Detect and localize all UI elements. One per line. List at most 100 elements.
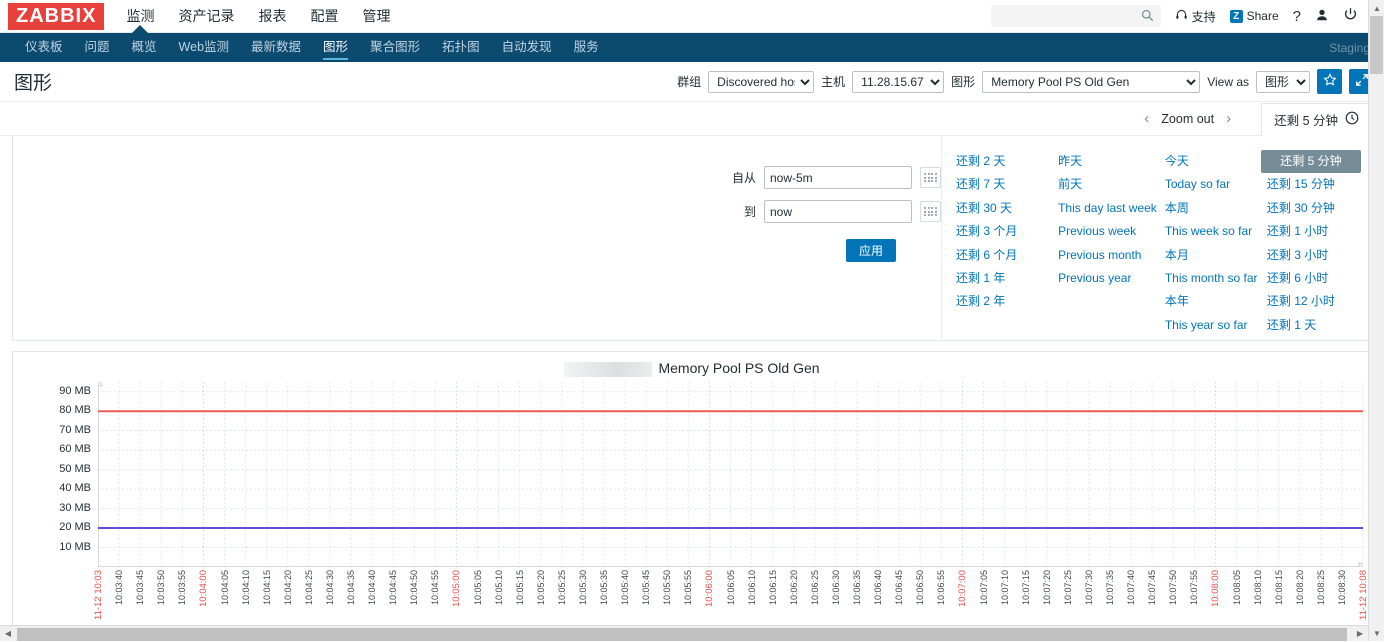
x-axis-tick-label: 10:07:45 [1147,570,1157,605]
from-calendar-icon[interactable] [920,167,941,188]
main-menu-item-configuration[interactable]: 配置 [310,0,338,33]
quick-range-last-1-day[interactable]: 还剩 1 天 [1261,314,1361,337]
help-link[interactable]: ? [1293,8,1301,25]
x-axis-tick-label: 10:06:35 [852,570,862,605]
quick-range-this-week-so-far[interactable]: This week so far [1159,220,1259,243]
time-range-label: 还剩 5 分钟 [1274,110,1338,129]
graph-select[interactable]: Memory Pool PS Old Gen [982,71,1200,93]
y-axis-tick-label: 80 MB [59,404,91,416]
x-axis-tick-label: 10:04:05 [220,570,230,605]
quick-range-previous-year[interactable]: Previous year [1052,267,1157,290]
horizontal-scrollbar[interactable]: ◀ ▶ [0,625,1368,641]
host-select[interactable]: 11.28.15.67 [852,71,944,93]
quick-range-yesterday[interactable]: 昨天 [1052,150,1157,173]
time-filter-panel: 自从 到 应用 还剩 2 天 还剩 7 天 还剩 30 天 还剩 3 个月 还剩… [12,136,1372,341]
scroll-right-arrow-icon[interactable]: ▶ [1352,626,1368,642]
x-axis-tick-label: 10:08:25 [1316,570,1326,605]
subnav-item-latest-data[interactable]: 最新数据 [240,33,312,62]
x-axis-tick-label: 10:06:30 [831,570,841,605]
quick-range-day-before-yesterday[interactable]: 前天 [1052,173,1157,196]
subnav-item-dashboard[interactable]: 仪表板 [14,33,74,62]
quick-range-grid: 还剩 2 天 还剩 7 天 还剩 30 天 还剩 3 个月 还剩 6 个月 还剩… [941,136,1371,340]
zoom-out-button[interactable]: Zoom out [1161,112,1214,126]
quick-range-this-week[interactable]: 本周 [1159,197,1259,220]
vertical-scroll-thumb[interactable] [1370,16,1383,74]
quick-range-last-1-hour[interactable]: 还剩 1 小时 [1261,220,1361,243]
zabbix-logo[interactable]: ZABBIX [8,3,104,30]
quick-range-last-1-year[interactable]: 还剩 1 年 [950,267,1050,290]
view-as-label: View as [1207,75,1249,89]
user-profile-button[interactable] [1315,8,1329,25]
main-menu-item-monitoring[interactable]: 监测 [126,0,154,33]
subnav-item-web-monitoring[interactable]: Web监测 [168,33,240,62]
quick-range-last-2-days[interactable]: 还剩 2 天 [950,150,1050,173]
quick-range-last-15-minutes[interactable]: 还剩 15 分钟 [1261,173,1361,196]
time-prev-button[interactable]: ‹ [1132,110,1161,127]
quick-range-this-month-so-far[interactable]: This month so far [1159,267,1259,290]
quick-range-last-6-months[interactable]: 还剩 6 个月 [950,244,1050,267]
from-input[interactable] [764,166,912,189]
headset-icon [1175,8,1188,24]
quick-range-last-12-hours[interactable]: 还剩 12 小时 [1261,290,1361,313]
main-menu-item-administration[interactable]: 管理 [362,0,390,33]
quick-range-last-30-days[interactable]: 还剩 30 天 [950,197,1050,220]
quick-range-this-month[interactable]: 本月 [1159,244,1259,267]
x-axis-tick-label: 10:05:45 [641,570,651,605]
page-title: 图形 [14,68,52,95]
from-row: 自从 [720,166,941,189]
quick-range-previous-week[interactable]: Previous week [1052,220,1157,243]
main-menu-item-inventory[interactable]: 资产记录 [178,0,234,33]
quick-range-last-30-minutes[interactable]: 还剩 30 分钟 [1261,197,1361,220]
expand-icon [1355,73,1369,90]
host-group-select[interactable]: Discovered hosts [708,71,814,93]
quick-range-last-3-months[interactable]: 还剩 3 个月 [950,220,1050,243]
quick-range-this-year[interactable]: 本年 [1159,290,1259,313]
apply-button[interactable]: 应用 [846,239,896,262]
sign-out-button[interactable] [1343,7,1358,25]
graph-panel: Memory Pool PS Old Gen 10 MB20 MB30 MB40… [12,351,1372,629]
subnav-item-maps[interactable]: 拓扑图 [431,33,491,62]
scroll-up-arrow-icon[interactable]: ▲ [1369,0,1384,16]
time-range-tab[interactable]: 还剩 5 分钟 [1261,103,1372,137]
quick-range-last-7-days[interactable]: 还剩 7 天 [950,173,1050,196]
x-axis-tick-label: 10:05:40 [620,570,630,605]
quick-range-today[interactable]: 今天 [1159,150,1259,173]
to-calendar-icon[interactable] [920,201,941,222]
quick-range-last-3-hours[interactable]: 还剩 3 小时 [1261,244,1361,267]
subnav-item-services[interactable]: 服务 [563,33,610,62]
x-axis-tick-label: 10:04:55 [430,570,440,605]
vertical-scrollbar[interactable]: ▲ ▼ [1368,0,1384,641]
subnav-item-screens[interactable]: 聚合图形 [359,33,431,62]
global-search[interactable] [991,5,1161,27]
quick-range-today-so-far[interactable]: Today so far [1159,173,1259,196]
share-link[interactable]: Z Share [1230,9,1279,23]
quick-range-this-day-last-week[interactable]: This day last week [1052,197,1157,220]
quick-range-last-2-years[interactable]: 还剩 2 年 [950,290,1050,313]
quick-range-this-year-so-far[interactable]: This year so far [1159,314,1259,337]
x-axis-tick-label: 10:07:55 [1189,570,1199,605]
subnav-item-graphs[interactable]: 图形 [312,33,359,62]
time-next-button[interactable]: › [1214,110,1243,127]
scroll-left-arrow-icon[interactable]: ◀ [0,626,16,642]
clock-icon [1345,111,1359,128]
search-input[interactable] [992,6,1160,26]
graph-plot-area[interactable] [98,382,1363,567]
to-input[interactable] [764,200,912,223]
quick-range-last-6-hours[interactable]: 还剩 6 小时 [1261,267,1361,290]
view-as-select[interactable]: 图形 [1256,71,1310,93]
x-axis-tick-label: 10:07:30 [1084,570,1094,605]
star-icon [1323,73,1337,90]
horizontal-scroll-thumb[interactable] [17,628,1347,641]
main-menu-item-reports[interactable]: 报表 [258,0,286,33]
quick-range-last-5-minutes[interactable]: 还剩 5 分钟 [1261,150,1361,173]
subnav-item-problems[interactable]: 问题 [74,33,121,62]
subnav-item-discovery[interactable]: 自动发现 [491,33,563,62]
add-favorite-button[interactable] [1317,69,1342,94]
support-link[interactable]: 支持 [1175,8,1216,25]
x-axis-tick-label: 10:08:10 [1253,570,1263,605]
quick-range-previous-month[interactable]: Previous month [1052,244,1157,267]
subnav-item-overview[interactable]: 概览 [121,33,168,62]
scroll-down-arrow-icon[interactable]: ▼ [1369,625,1384,641]
sub-navigation: 仪表板 问题 概览 Web监测 最新数据 图形 聚合图形 拓扑图 自动发现 服务… [0,33,1384,62]
x-axis-tick-label: 10:06:25 [810,570,820,605]
